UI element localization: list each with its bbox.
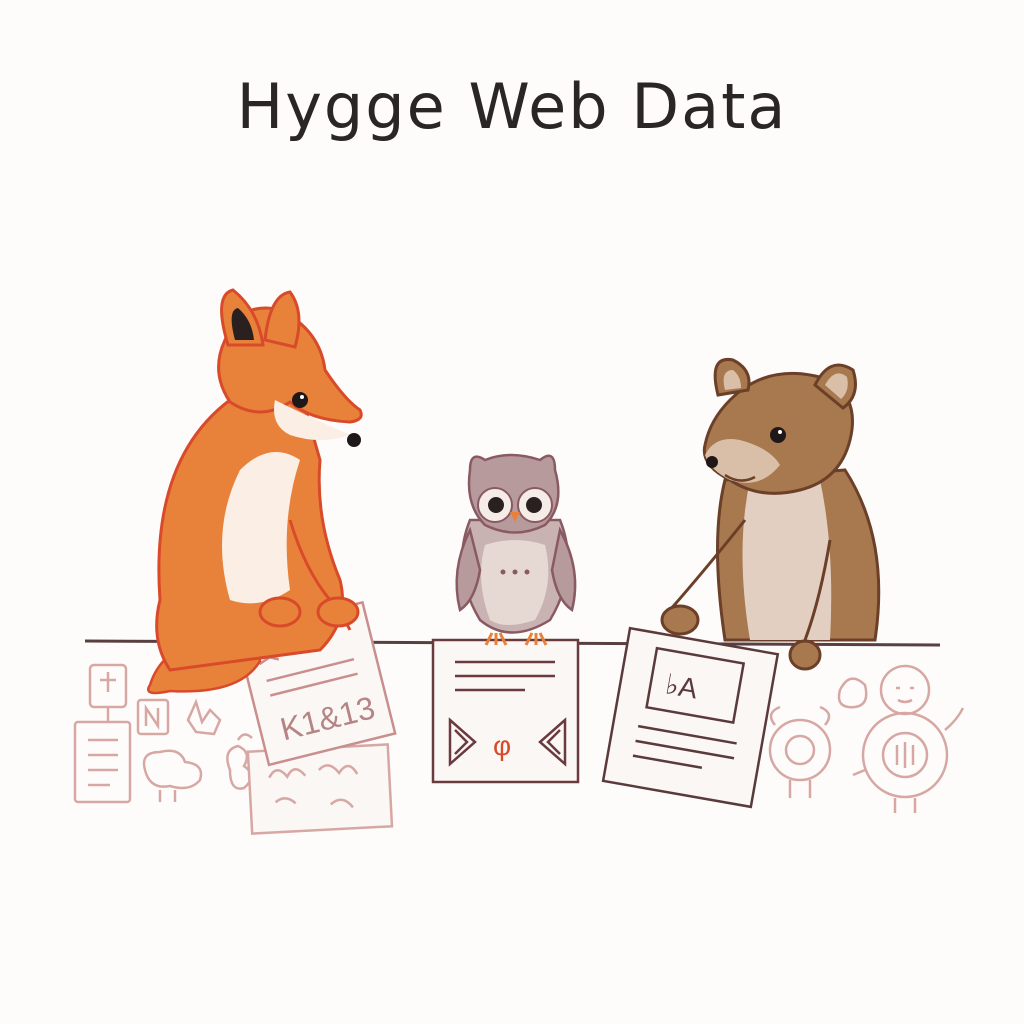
bear-paper: ♭A [601,626,780,809]
owl-illustration [455,453,577,646]
illustration-canvas: Hygge Web Data K1&13 φ ♭A [0,0,1024,1024]
scene-illustration: K1&13 φ ♭A [73,288,965,835]
owl-paper: φ [431,638,580,784]
svg-text:♭A: ♭A [663,669,700,705]
right-doodles [768,664,965,813]
svg-text:φ: φ [493,730,511,761]
bear-illustration [660,357,881,671]
fox-illustration [147,288,363,695]
